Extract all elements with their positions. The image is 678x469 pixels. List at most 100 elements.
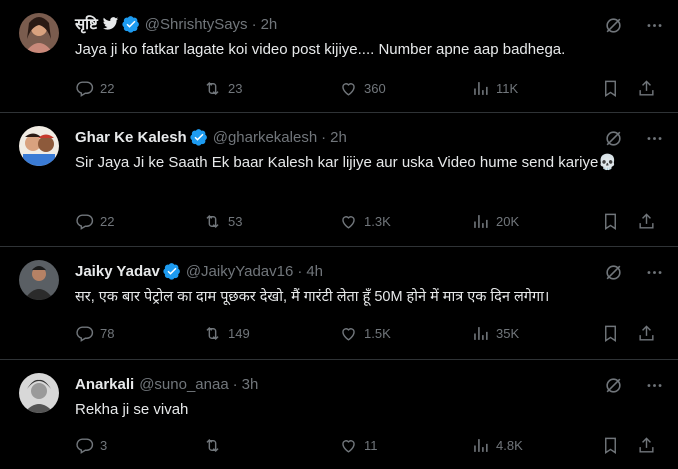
tweet-2[interactable]: Ghar Ke Kalesh @gharkekalesh · 2h Sir Ja… [0,113,678,247]
retweet-icon [206,81,219,95]
tweet-actions: 3 11 4.8K [75,435,665,455]
user-handle[interactable]: @ShrishtySays [145,16,248,33]
bookmark-button[interactable] [601,323,620,343]
separator-dot: · [232,375,238,393]
retweet-icon [206,326,219,340]
tweet-text: सर, एक बार पेट्रोल का दाम पूछकर देखो, मै… [75,289,550,305]
like-button[interactable]: 1.3K [339,211,391,231]
timestamp[interactable]: 3h [242,376,259,393]
more-icon[interactable] [645,263,664,282]
like-count: 11 [364,437,378,453]
tweet-3[interactable]: Jaiky Yadav @JaikyYadav16 · 4h सर, एक बा… [0,247,678,360]
reply-icon [76,213,94,230]
tweet-text: Rekha ji se vivah [75,401,189,418]
like-icon [342,82,355,96]
tweet-header: Ghar Ke Kalesh @gharkekalesh · 2h [75,127,347,147]
timestamp[interactable]: 2h [330,129,347,146]
bookmark-icon [605,325,616,342]
grok-icon[interactable] [604,263,623,282]
avatar[interactable] [19,373,59,413]
retweet-button[interactable]: 149 [203,323,250,343]
tweet-4[interactable]: Anarkali @suno_anaa · 3h Rekha ji se viv… [0,360,678,469]
share-button[interactable] [637,78,656,98]
reply-button[interactable]: 22 [75,211,114,231]
like-button[interactable]: 360 [339,78,386,98]
separator-dot: · [321,128,327,146]
retweet-button[interactable]: 53 [203,211,242,231]
bookmark-button[interactable] [601,78,620,98]
reply-count: 3 [100,437,108,453]
user-handle[interactable]: @suno_anaa [139,376,228,393]
tweet-header: Jaiky Yadav @JaikyYadav16 · 4h [75,261,323,281]
like-icon [342,215,355,229]
views-button[interactable]: 11K [471,78,518,98]
tweet-actions: 22 23 360 11K [75,78,665,98]
reply-count: 22 [100,80,115,96]
more-icon[interactable] [645,129,664,148]
retweet-icon [206,214,219,228]
tweet-header: सृष्टि @ShrishtySays · 2h [75,14,277,34]
retweet-count: 23 [228,80,243,96]
retweet-button[interactable] [203,435,228,455]
retweet-count: 53 [228,213,243,229]
grok-icon[interactable] [604,376,623,395]
like-button[interactable]: 11 [339,435,378,455]
more-icon[interactable] [645,376,664,395]
views-button[interactable]: 20K [471,211,519,231]
views-count: 11K [496,80,519,96]
bookmark-icon [605,437,616,454]
grok-icon[interactable] [604,16,623,35]
display-name[interactable]: Jaiky Yadav [75,263,160,280]
user-handle[interactable]: @JaikyYadav16 [186,263,294,280]
tweet-tools [604,376,664,395]
views-count: 20K [496,213,520,229]
retweet-icon [206,438,219,452]
views-count: 4.8K [496,437,523,453]
views-button[interactable]: 4.8K [471,435,523,455]
bookmark-button[interactable] [601,211,620,231]
avatar[interactable] [19,126,59,166]
views-icon [474,438,488,452]
reply-button[interactable]: 22 [75,78,114,98]
like-count: 1.3K [364,213,391,229]
avatar[interactable] [19,260,59,300]
views-icon [474,214,488,228]
grok-icon[interactable] [604,129,623,148]
tweet-actions: 78 149 1.5K 35K [75,323,665,343]
retweet-count: 149 [228,325,250,341]
share-icon [639,212,654,229]
tweet-text: Sir Jaya Ji ke Saath Ek baar Kalesh kar … [75,154,617,171]
verified-badge-icon [190,128,208,146]
like-button[interactable]: 1.5K [339,323,391,343]
reply-icon [76,80,94,97]
retweet-button[interactable]: 23 [203,78,242,98]
like-count: 1.5K [364,325,391,341]
bookmark-icon [605,213,616,230]
more-icon[interactable] [645,16,664,35]
display-name[interactable]: Anarkali [75,376,134,393]
avatar[interactable] [19,13,59,53]
reply-count: 78 [100,325,115,341]
verified-badge-icon [163,262,181,280]
display-name[interactable]: सृष्टि [75,14,98,34]
views-button[interactable]: 35K [471,323,519,343]
reply-button[interactable]: 78 [75,323,114,343]
tweet-1[interactable]: सृष्टि @ShrishtySays · 2h Jaya ji ko fat… [0,0,678,113]
separator-dot: · [297,262,303,280]
tweet-actions: 22 53 1.3K 20K [75,211,665,231]
reply-count: 22 [100,213,115,229]
display-name[interactable]: Ghar Ke Kalesh [75,129,187,146]
reply-icon [76,437,94,454]
share-button[interactable] [637,211,656,231]
views-icon [474,326,488,340]
user-handle[interactable]: @gharkekalesh [213,129,317,146]
share-button[interactable] [637,323,656,343]
like-count: 360 [364,80,386,96]
bookmark-button[interactable] [601,435,620,455]
timestamp[interactable]: 2h [261,16,278,33]
reply-feed: सृष्टि @ShrishtySays · 2h Jaya ji ko fat… [0,0,678,469]
timestamp[interactable]: 4h [306,263,323,280]
reply-button[interactable]: 3 [75,435,107,455]
share-button[interactable] [637,435,656,455]
views-count: 35K [496,325,520,341]
